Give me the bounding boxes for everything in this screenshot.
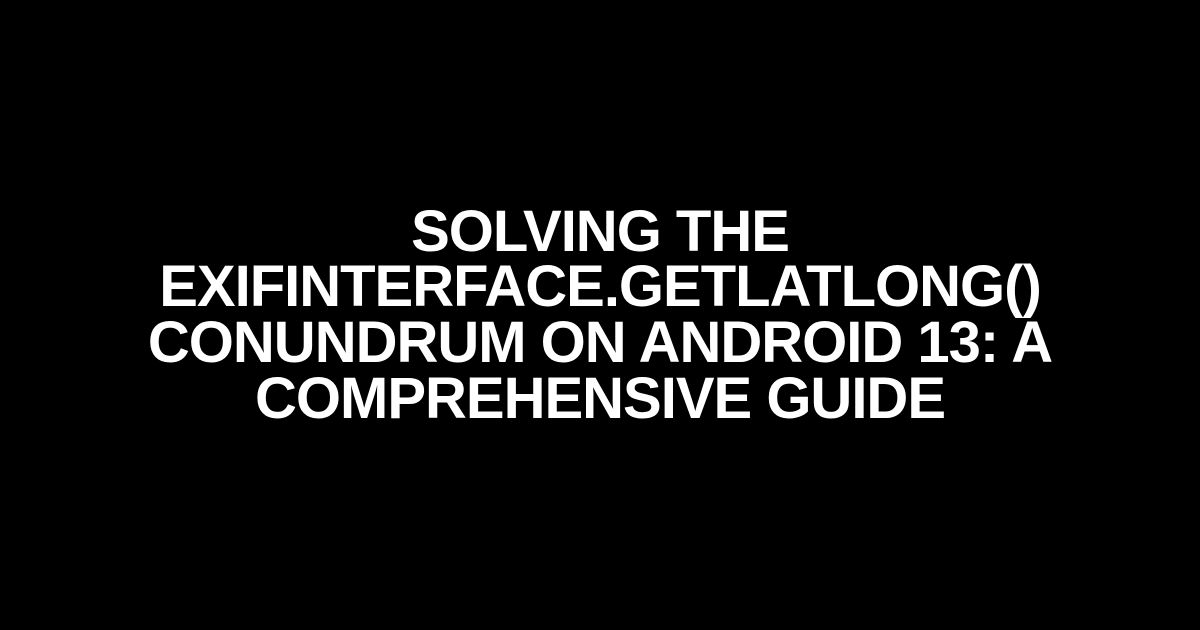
title-container: SOLVING THE EXIFINTERFACE.GETLATLONG() C… xyxy=(0,204,1200,427)
page-title: SOLVING THE EXIFINTERFACE.GETLATLONG() C… xyxy=(100,204,1100,427)
